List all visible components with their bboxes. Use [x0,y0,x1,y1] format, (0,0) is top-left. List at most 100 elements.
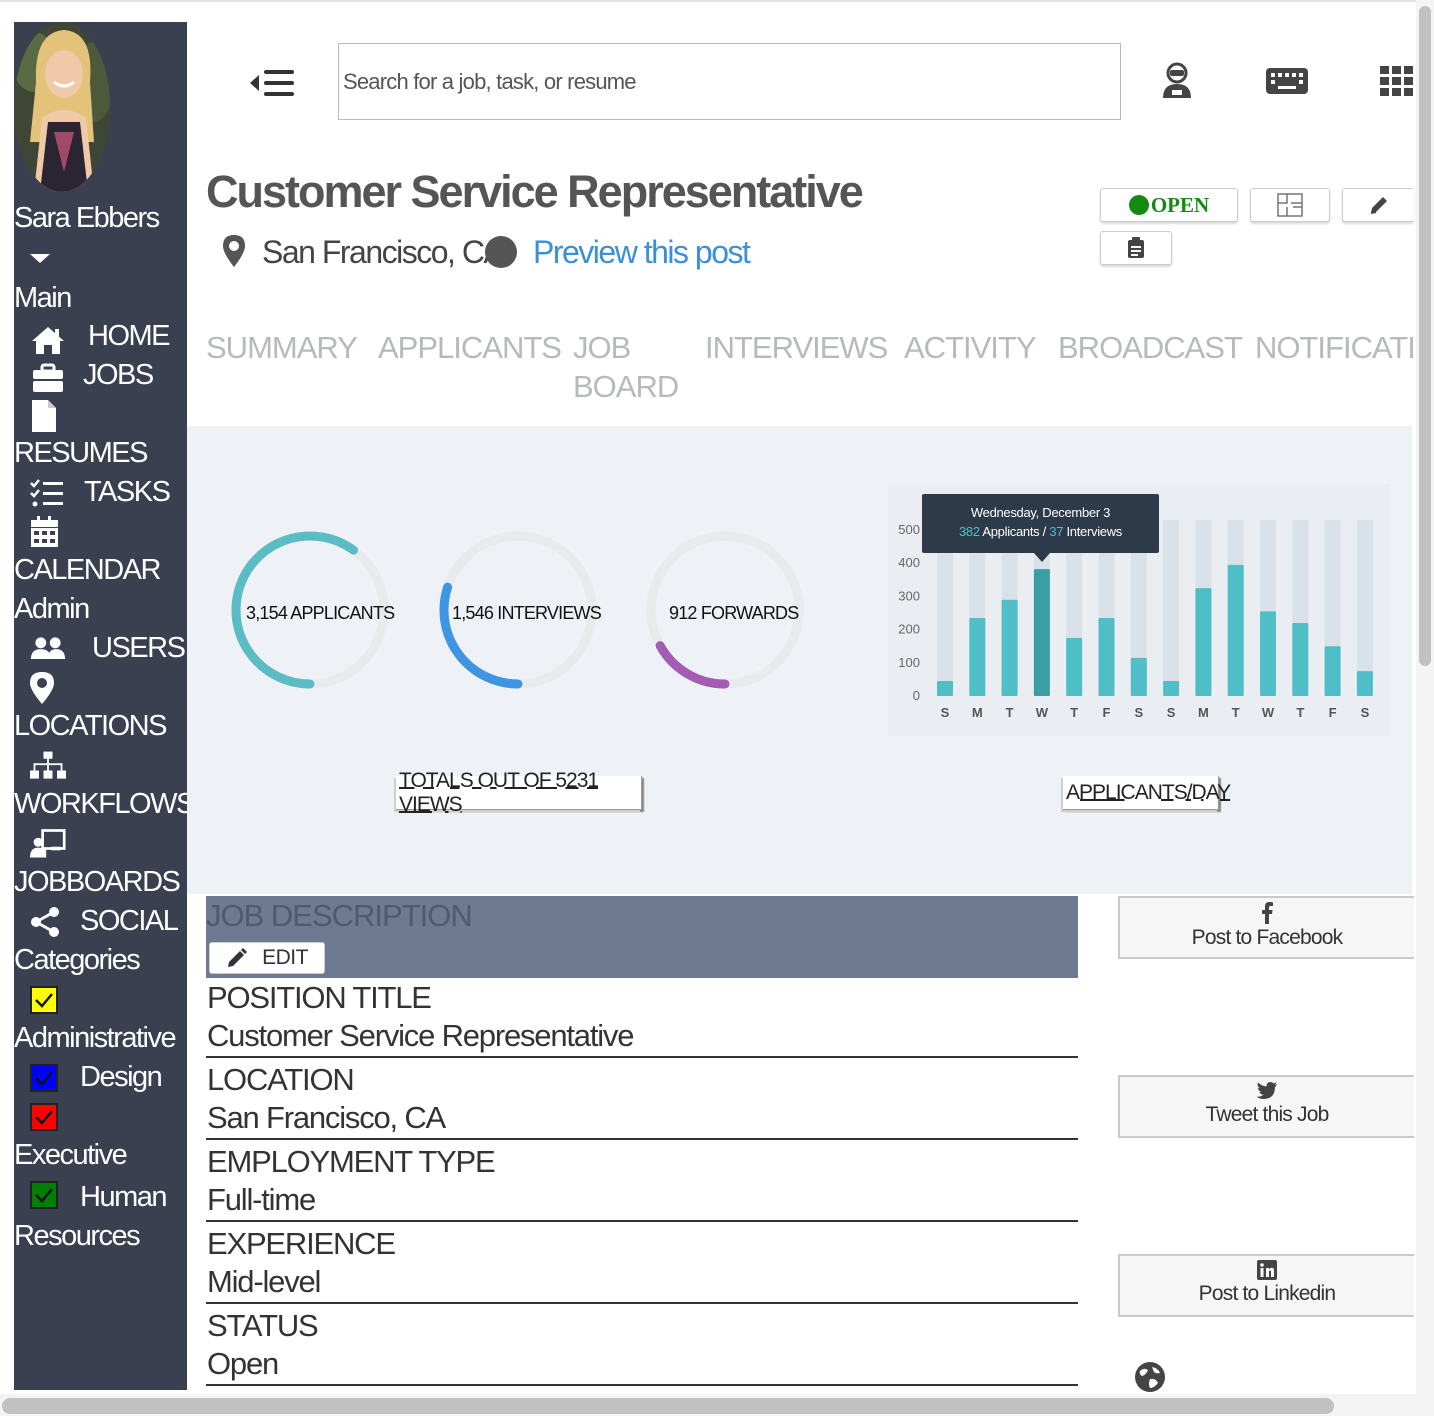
bar[interactable] [1195,588,1212,696]
category-checkbox[interactable] [30,986,58,1014]
bar[interactable] [1033,569,1050,696]
field-label: STATUS [207,1308,319,1343]
bar[interactable] [1227,564,1244,696]
users-icon [30,637,66,659]
sidebar-item-label: USERS [92,632,186,664]
tooltip-arrow [1034,553,1050,562]
x-tick-label: T [1070,705,1078,720]
field-label: EMPLOYMENT TYPE [207,1144,496,1179]
bar[interactable] [1324,646,1341,696]
x-tick-label: S [1361,705,1370,720]
ring-progress-arc [439,582,523,689]
y-tick-label: 400 [898,555,920,570]
post-to-facebook-button[interactable]: Post to Facebook [1118,896,1414,959]
post-to-linkedin-button[interactable]: Post to Linkedin [1118,1254,1414,1317]
category-label: Executive [14,1139,128,1171]
job-description-header: JOB DESCRIPTION EDIT [206,896,1078,978]
tab-summary[interactable]: SUMMARY [206,328,358,367]
linkedin-icon [1257,1260,1277,1280]
tooltip-interviews-count: 37 [1049,524,1064,539]
field-label: POSITION TITLE [207,980,432,1015]
bar[interactable] [1098,617,1115,696]
window-top-border [0,0,1434,2]
job-status-button[interactable]: OPEN [1100,188,1238,222]
sidebar-heading-admin: Admin [14,593,90,625]
category-checkbox[interactable] [30,1103,58,1131]
field-label: LOCATION [207,1062,355,1097]
sidebar-item-label: RESUMES [14,437,148,469]
totals-caption-button[interactable]: TOTALS OUT OF 5231 VIEWS [396,769,642,816]
floorplan-button[interactable] [1250,188,1330,222]
forwards-ring-label: 912 FORWARDS [669,603,799,623]
calendar-icon [31,516,58,547]
field-location: LOCATION San Francisco, CA [206,1060,1078,1140]
open-status-dot-icon [1128,195,1149,215]
field-status: STATUS Open [206,1306,1078,1386]
vertical-scrollbar-thumb[interactable] [1419,6,1431,666]
y-tick-label: 500 [898,522,920,537]
edit-job-button[interactable] [1342,188,1414,222]
bar[interactable] [1260,611,1276,696]
user-name[interactable]: Sara Ebbers [14,202,160,235]
keyboard-icon[interactable] [1266,68,1308,94]
edit-label: EDIT [262,946,308,969]
bar[interactable] [1066,637,1083,696]
category-checkbox[interactable] [30,1064,58,1092]
tab-applicants[interactable]: APPLICANTS [378,328,562,367]
applicants-per-day-caption-button[interactable]: APPLICANTS/DAY [1063,776,1231,810]
sidebar-heading-main: Main [14,282,72,314]
sidebar: Sara Ebbers Main HOME JOBS RESUMES TASKS… [14,22,187,1390]
map-marker-icon [223,235,245,267]
social-label: Post to Facebook [1191,926,1343,949]
preview-post-link[interactable]: Preview this post [533,234,751,271]
search-input[interactable] [338,43,1121,120]
y-tick-label: 0 [913,688,920,703]
clipboard-button[interactable] [1100,231,1172,265]
floorplan-icon [1277,193,1303,217]
tweet-job-button[interactable]: Tweet this Job [1118,1075,1414,1138]
globe-icon[interactable] [1134,1361,1166,1393]
tooltip-applicants-count: 382 [958,524,980,539]
facebook-icon [1262,902,1273,924]
map-marker-icon [30,672,54,704]
x-tick-label: T [1232,705,1240,720]
sitemap-icon [30,751,66,779]
avatar[interactable] [14,22,110,192]
bar[interactable] [1163,681,1180,696]
robot-icon[interactable] [1160,62,1194,100]
sidebar-item-label: JOBS [83,359,154,391]
tab-broadcast[interactable]: BROADCAST [1058,328,1243,367]
bar[interactable] [1356,671,1373,696]
tab-activity[interactable]: ACTIVITY [904,328,1037,367]
horizontal-scrollbar-thumb[interactable] [2,1398,1334,1414]
job-title: Customer Service Representative [206,166,864,217]
user-menu-caret-icon[interactable] [30,254,50,263]
job-description-title: JOB DESCRIPTION [206,898,473,933]
y-tick-label: 200 [898,622,920,637]
category-label: Human Resources [14,1181,168,1252]
bar[interactable] [937,681,953,696]
x-tick-label: F [1329,705,1337,720]
tab-interviews[interactable]: INTERVIEWS [705,328,888,367]
bar[interactable] [1292,622,1309,696]
check-icon [35,1110,53,1125]
field-value: Full-time [207,1182,316,1217]
x-tick-label: S [1167,705,1176,720]
field-employment-type: EMPLOYMENT TYPE Full-time [206,1142,1078,1222]
sidebar-toggle-icon[interactable] [248,66,298,100]
apps-grid-icon[interactable] [1380,66,1414,96]
tab-notifications[interactable]: NOTIFICATIO [1255,328,1415,367]
x-tick-label: T [1006,705,1014,720]
bar[interactable] [969,617,986,696]
job-location: San Francisco, CA [262,234,505,270]
field-value: Customer Service Representative [207,1018,634,1053]
field-value: San Francisco, CA [207,1100,446,1135]
tab-job-board[interactable]: JOB BOARD [573,328,679,406]
bar[interactable] [1001,599,1018,696]
ring-progress-arc [655,641,730,689]
x-tick-label: T [1296,705,1304,720]
x-tick-label: W [1262,705,1275,720]
bar[interactable] [1130,657,1147,696]
edit-description-button[interactable]: EDIT [209,942,325,974]
tooltip-applicants-label: Applicants / [982,524,1046,539]
